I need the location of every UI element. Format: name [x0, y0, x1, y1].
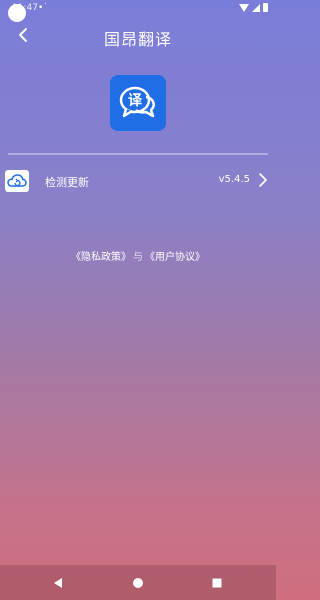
check-update-label: 检测更新 [45, 176, 89, 189]
privacy-policy-link[interactable]: 《隐私政策》 [71, 252, 131, 263]
triangle-back-icon [54, 578, 62, 588]
nav-recents-button[interactable] [207, 574, 227, 592]
circle-home-icon [133, 578, 143, 588]
speech-bubble-translate-icon: 译 [119, 86, 155, 118]
app-logo: 译 [110, 75, 166, 131]
status-sim-indicator: •˙ [38, 3, 48, 13]
header: 国昂翻译 [0, 20, 276, 52]
status-indicators [239, 3, 268, 12]
nav-home-button[interactable] [128, 574, 148, 592]
policy-links: 《隐私政策》与《用户协议》 [0, 248, 276, 263]
status-bar: 11:47 •˙ [0, 0, 276, 22]
user-agreement-link[interactable]: 《用户协议》 [145, 252, 205, 263]
system-nav-bar [0, 565, 276, 600]
nav-back-button[interactable] [48, 574, 68, 592]
divider [8, 153, 268, 155]
square-recents-icon [212, 578, 222, 588]
page-title: 国昂翻译 [103, 30, 172, 49]
signal-icon [252, 3, 260, 12]
version-label: v5.4.5 [218, 174, 250, 185]
policy-separator: 与 [133, 252, 143, 263]
chevron-right-icon [259, 173, 267, 187]
check-update-row[interactable]: 检测更新 v5.4.5 [0, 167, 276, 195]
wifi-icon [239, 3, 249, 12]
cloud-refresh-icon [5, 170, 29, 192]
battery-icon [263, 3, 268, 12]
logo-glyph: 译 [128, 93, 143, 109]
